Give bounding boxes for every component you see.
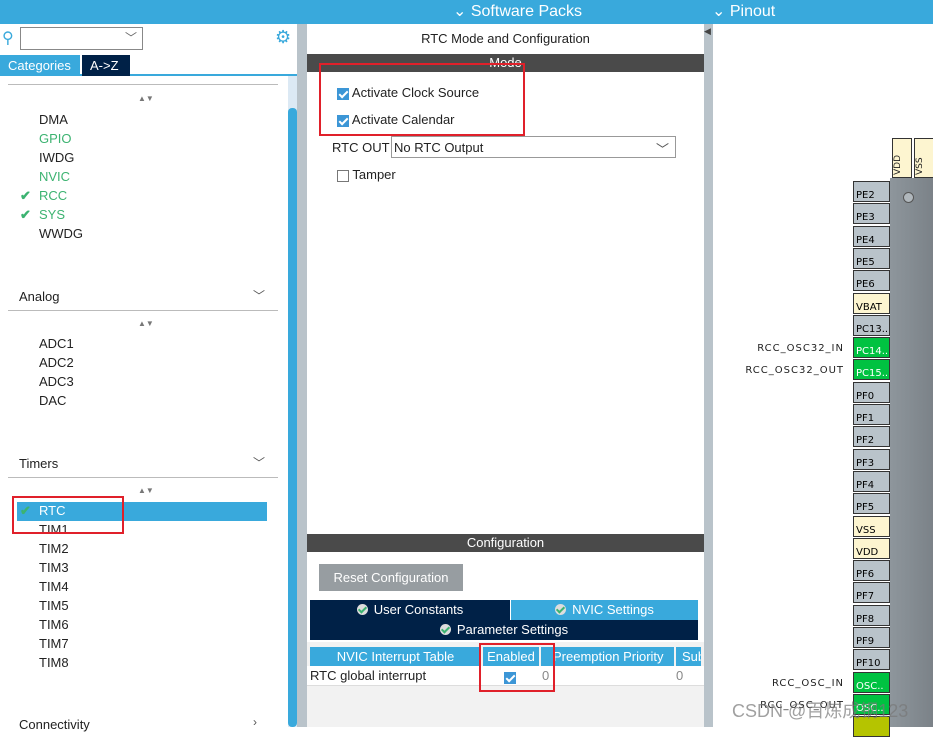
pin[interactable]: PF7 (853, 582, 890, 604)
pin[interactable]: PE6 (853, 270, 890, 292)
category-timers[interactable]: Timers (19, 456, 58, 471)
sidebar-item[interactable]: TIM6 (39, 617, 69, 632)
sidebar-item[interactable]: TIM8 (39, 655, 69, 670)
pin[interactable]: PF5 (853, 493, 890, 515)
pin[interactable]: PF0 (853, 381, 890, 403)
pin[interactable]: PF9 (853, 627, 890, 648)
reset-configuration-button[interactable]: Reset Configuration (319, 564, 463, 591)
check-circle-icon (356, 604, 368, 615)
scrollbar-thumb[interactable] (288, 108, 297, 727)
highlight-box (319, 63, 525, 136)
sidebar-item[interactable]: GPIO (39, 131, 72, 146)
sidebar-item[interactable]: TIM4 (39, 579, 69, 594)
sidebar-item[interactable]: TIM2 (39, 541, 69, 556)
highlight-box (12, 496, 124, 534)
pin[interactable]: VSS (914, 138, 933, 178)
sidebar-item[interactable]: TIM7 (39, 636, 69, 651)
sidebar-item[interactable]: TIM3 (39, 560, 69, 575)
rtc-out-select[interactable]: No RTC Output ﹀ (391, 136, 676, 158)
search-icon: ⚲ (2, 30, 14, 47)
sidebar-item[interactable]: WWDG (39, 226, 83, 241)
splitter[interactable] (704, 24, 713, 727)
panel-title: RTC Mode and Configuration (421, 31, 590, 46)
pin[interactable]: PC15.. (853, 359, 890, 381)
sidebar-item[interactable]: IWDG (39, 150, 74, 165)
pin-label: RCC_OSC_IN (771, 677, 844, 689)
divider (8, 84, 278, 85)
sort-icon[interactable]: ▲▼ (138, 94, 154, 103)
check-icon: ✔ (20, 207, 31, 222)
chevron-down-icon: ﹀ (655, 142, 669, 157)
sidebar-item[interactable]: NVIC (39, 169, 70, 184)
check-circle-icon (439, 624, 451, 635)
top-bar: ⌄ Software Packs ⌄ Pinout (0, 0, 933, 24)
pin[interactable]: PE4 (853, 225, 890, 247)
pin[interactable]: VBAT (853, 292, 890, 314)
software-packs-menu[interactable]: ⌄ Software Packs (453, 1, 582, 21)
category-analog[interactable]: Analog (19, 289, 59, 304)
pin[interactable]: PC14.. (853, 337, 890, 359)
sidebar-item[interactable]: DMA (39, 112, 68, 127)
collapse-arrow-icon[interactable]: ◀ (704, 26, 711, 37)
sidebar-item[interactable]: DAC (39, 393, 66, 408)
chevron-down-icon[interactable]: ﹀ (253, 454, 265, 471)
pin[interactable]: VDD (892, 138, 912, 178)
sidebar-item[interactable]: ADC1 (39, 336, 74, 351)
pin[interactable]: VDD (853, 537, 890, 559)
tamper-checkbox[interactable]: Tamper (337, 167, 396, 182)
pin[interactable]: PF3 (853, 448, 890, 470)
check-circle-icon (555, 604, 567, 615)
column-header[interactable]: Sub Priority (676, 647, 701, 666)
sort-icon[interactable]: ▲▼ (138, 486, 154, 495)
highlight-box (479, 643, 555, 692)
pin1-marker (903, 192, 914, 203)
splitter[interactable] (297, 24, 307, 727)
pin[interactable]: PE2 (853, 181, 890, 202)
pin-label: RCC_OSC32_IN (757, 343, 844, 355)
tab-parameter-settings[interactable]: Parameter Settings (310, 620, 698, 640)
pinout-menu[interactable]: ⌄ Pinout (712, 1, 775, 21)
tab-nvic-settings[interactable]: NVIC Settings (511, 600, 698, 620)
pin-label: RCC_OSC32_OUT (745, 365, 844, 377)
pin[interactable]: PF2 (853, 426, 890, 448)
sidebar-item[interactable]: RCC (39, 188, 67, 203)
rtc-out-label: RTC OUT (332, 140, 390, 155)
chevron-down-icon[interactable]: ﹀ (253, 287, 265, 304)
tab-categories[interactable]: Categories (0, 55, 80, 76)
tab-user-constants[interactable]: User Constants (310, 600, 510, 620)
chevron-down-icon[interactable]: ﹀ (125, 29, 137, 46)
chip-body (890, 178, 933, 727)
pin[interactable]: PF6 (853, 560, 890, 582)
pin[interactable]: PF4 (853, 470, 890, 492)
configuration-header: Configuration (307, 534, 704, 552)
sidebar-item[interactable]: TIM5 (39, 598, 69, 613)
pin[interactable]: PC13.. (853, 314, 890, 336)
pin[interactable]: OSC.. (853, 671, 890, 693)
column-header[interactable]: NVIC Interrupt Table (310, 647, 481, 666)
checkbox-icon[interactable] (337, 169, 349, 182)
column-header[interactable]: Preemption Priority (541, 647, 674, 666)
search-input[interactable]: ﹀ (20, 27, 143, 50)
sidebar-item[interactable]: ADC3 (39, 374, 74, 389)
pin[interactable]: PF8 (853, 604, 890, 626)
sort-icon[interactable]: ▲▼ (138, 319, 154, 328)
sidebar-item[interactable]: SYS (39, 207, 65, 222)
category-connectivity[interactable]: Connectivity (19, 717, 90, 732)
pin[interactable]: PF1 (853, 404, 890, 425)
watermark: CSDN @百炼成钢123 (732, 701, 909, 721)
pin[interactable]: PE5 (853, 247, 890, 269)
sidebar-item[interactable]: ADC2 (39, 355, 74, 370)
check-icon: ✔ (20, 188, 31, 203)
pin[interactable]: VSS (853, 515, 890, 537)
pin[interactable]: PE3 (853, 203, 890, 225)
pin[interactable]: PF10 (853, 649, 890, 671)
tab-a-z[interactable]: A->Z (82, 55, 130, 76)
view-tabs: Categories A->Z (0, 55, 297, 76)
gear-icon[interactable]: ⚙ (275, 27, 291, 48)
